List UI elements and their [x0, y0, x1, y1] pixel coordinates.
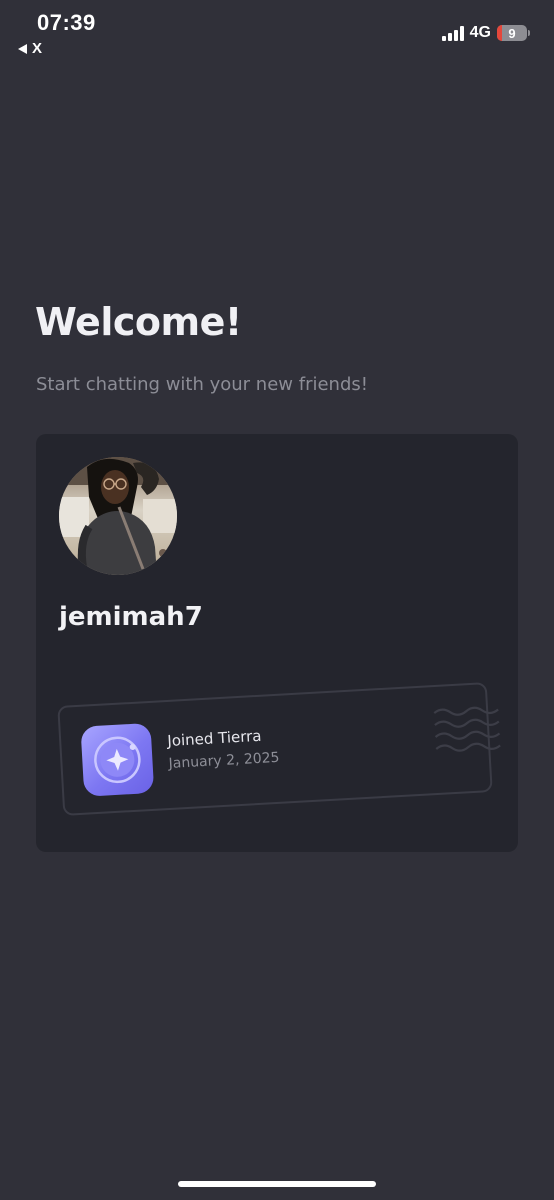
back-to-app-button[interactable]: X	[18, 40, 42, 57]
status-indicators: 4G 9	[441, 24, 530, 42]
welcome-subtitle: Start chatting with your new friends!	[36, 374, 368, 395]
username: jemimah7	[59, 602, 203, 632]
profile-card: jemimah7 Joined Tierra January 2, 2025	[36, 434, 518, 852]
welcome-title: Welcome!	[35, 300, 242, 344]
planet-sparkle-icon	[80, 722, 155, 797]
avatar-photo	[59, 457, 177, 575]
status-time: 07:39	[37, 10, 96, 35]
joined-date: January 2, 2025	[168, 749, 280, 772]
back-app-label: X	[32, 40, 43, 57]
wavy-stamp-icon	[433, 706, 501, 752]
joined-ticket: Joined Tierra January 2, 2025	[57, 682, 501, 816]
battery-level	[497, 25, 502, 41]
cellular-signal-icon	[441, 25, 464, 41]
battery-terminal	[528, 30, 530, 36]
joined-title: Joined Tierra	[166, 726, 262, 750]
home-indicator[interactable]	[178, 1181, 376, 1187]
back-triangle-icon	[18, 43, 27, 54]
battery-percentage: 9	[508, 25, 516, 41]
avatar[interactable]	[59, 457, 177, 575]
network-type: 4G	[469, 24, 491, 41]
battery-icon: 9	[497, 25, 527, 41]
